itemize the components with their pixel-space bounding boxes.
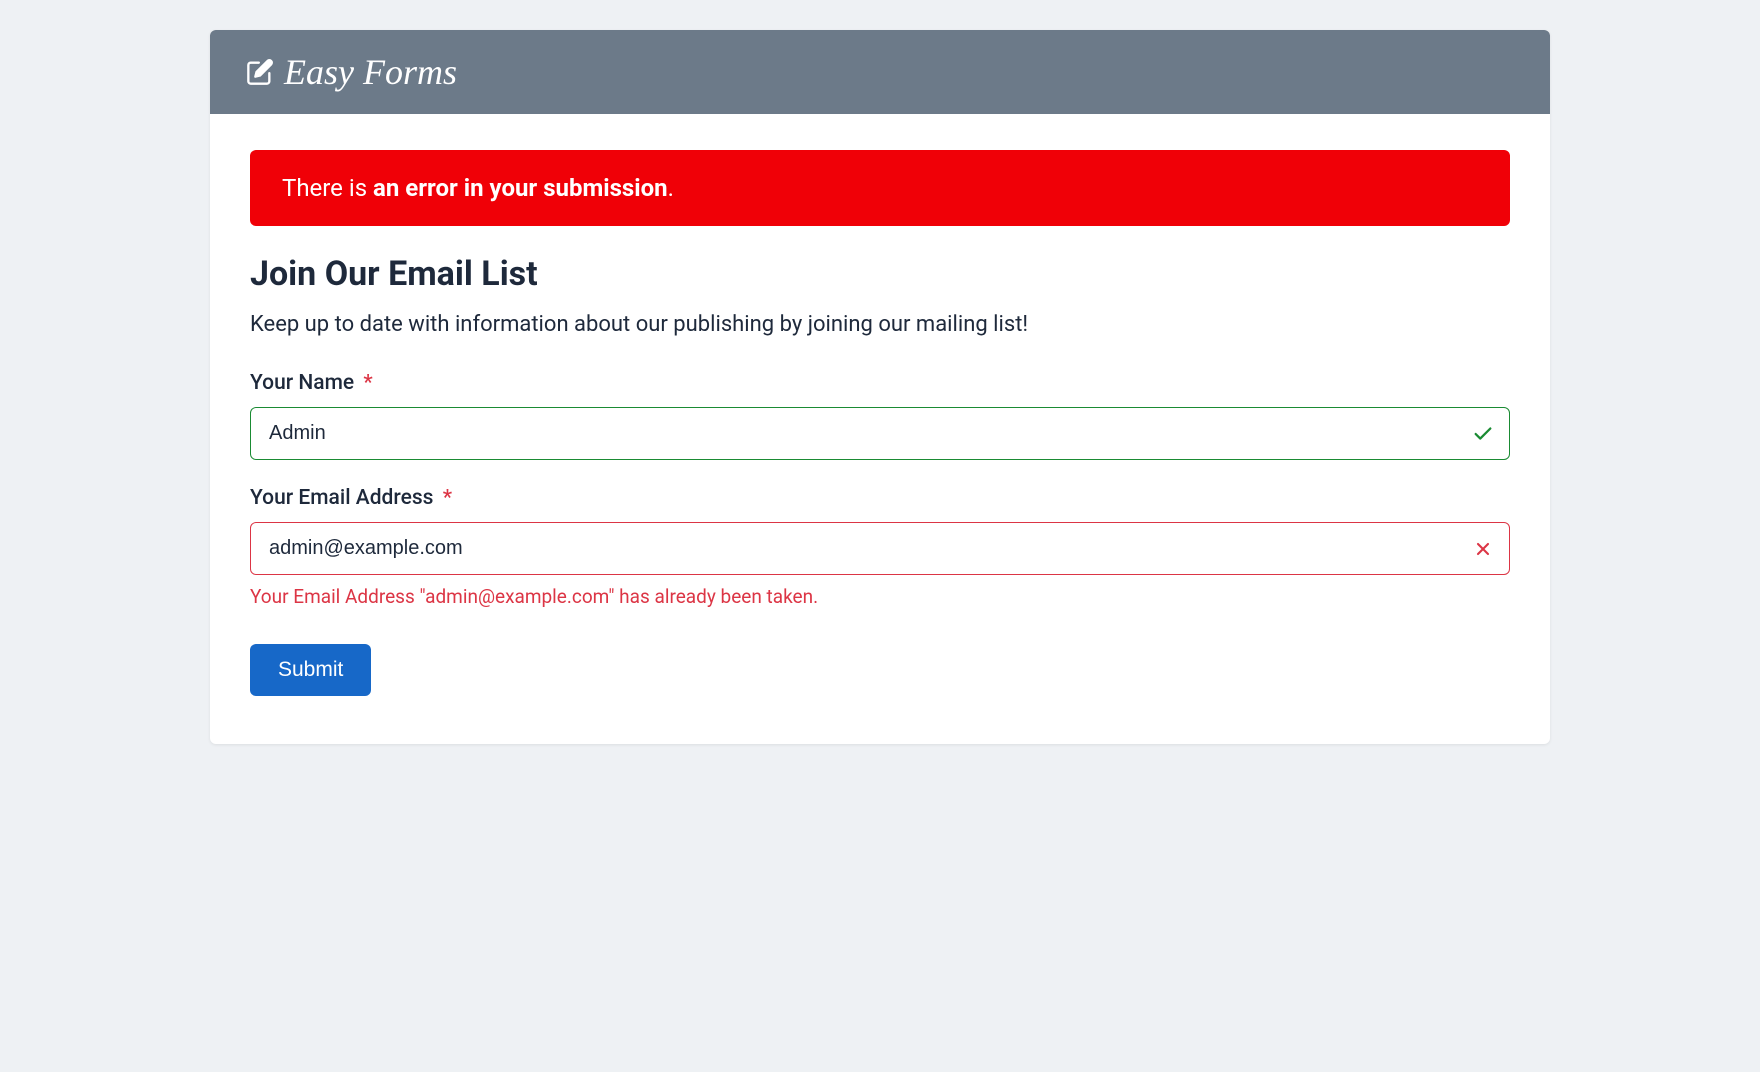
required-indicator: * [363, 371, 372, 395]
brand-name: Easy Forms [284, 54, 457, 90]
alert-bold: an error in your submission [373, 174, 668, 202]
form-title: Join Our Email List [250, 254, 1510, 294]
submit-button[interactable]: Submit [250, 644, 371, 696]
card-body: There is an error in your submission. Jo… [210, 114, 1550, 744]
alert-prefix: There is [282, 174, 373, 202]
brand: Easy Forms [246, 54, 457, 90]
card-header: Easy Forms [210, 30, 1550, 114]
x-icon [1472, 538, 1494, 560]
error-alert: There is an error in your submission. [250, 150, 1510, 226]
name-input[interactable] [250, 407, 1510, 460]
email-input-wrap [250, 522, 1510, 575]
form-description: Keep up to date with information about o… [250, 312, 1510, 337]
check-icon [1472, 423, 1494, 445]
email-label-row: Your Email Address * [250, 486, 1510, 510]
name-label-row: Your Name * [250, 371, 1510, 395]
name-input-wrap [250, 407, 1510, 460]
email-input[interactable] [250, 522, 1510, 575]
edit-icon [246, 58, 274, 86]
alert-suffix: . [668, 174, 674, 202]
required-indicator: * [443, 486, 452, 510]
name-field-group: Your Name * [250, 371, 1510, 460]
email-field-group: Your Email Address * Your Email Address … [250, 486, 1510, 608]
form-card: Easy Forms There is an error in your sub… [210, 30, 1550, 744]
email-error-message: Your Email Address "admin@example.com" h… [250, 585, 1510, 608]
name-label: Your Name [250, 371, 354, 395]
email-label: Your Email Address [250, 486, 433, 510]
